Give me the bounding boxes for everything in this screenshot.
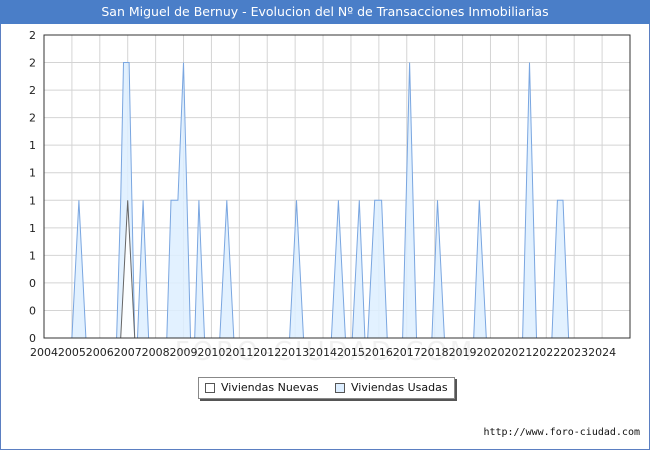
x-tick-label: 2005 — [58, 346, 86, 359]
y-tick-label: 0 — [29, 332, 36, 345]
x-tick-label: 2021 — [504, 346, 532, 359]
x-tick-label: 2010 — [197, 346, 225, 359]
x-tick-label: 2018 — [421, 346, 449, 359]
legend-swatch-usadas — [335, 383, 345, 393]
x-tick-label: 2023 — [560, 346, 588, 359]
x-tick-label: 2016 — [365, 346, 393, 359]
x-tick-label: 2006 — [86, 346, 114, 359]
y-tick-label: 0 — [29, 304, 36, 317]
y-tick-label: 2 — [29, 112, 36, 125]
x-tick-label: 2019 — [449, 346, 477, 359]
x-tick-label: 2020 — [476, 346, 504, 359]
legend: Viviendas Nuevas Viviendas Usadas — [198, 377, 455, 399]
x-tick-label: 2007 — [114, 346, 142, 359]
x-tick-label: 2014 — [309, 346, 337, 359]
legend-swatch-nuevas — [205, 383, 215, 393]
x-tick-label: 2009 — [170, 346, 198, 359]
y-tick-label: 1 — [29, 249, 36, 262]
x-tick-label: 2022 — [532, 346, 560, 359]
y-tick-label: 1 — [29, 222, 36, 235]
legend-label-nuevas: Viviendas Nuevas — [221, 381, 319, 394]
y-tick-label: 1 — [29, 167, 36, 180]
x-tick-label: 2012 — [253, 346, 281, 359]
x-tick-label: 2013 — [281, 346, 309, 359]
x-tick-label: 2011 — [225, 346, 253, 359]
x-tick-label: 2004 — [30, 346, 58, 359]
y-tick-label: 0 — [29, 277, 36, 290]
x-tick-label: 2017 — [393, 346, 421, 359]
x-tick-label: 2008 — [142, 346, 170, 359]
y-tick-label: 1 — [29, 194, 36, 207]
y-tick-label: 2 — [29, 29, 36, 42]
y-tick-label: 1 — [29, 139, 36, 152]
legend-label-usadas: Viviendas Usadas — [351, 381, 448, 394]
x-tick-label: 2015 — [337, 346, 365, 359]
x-tick-label: 2024 — [588, 346, 616, 359]
y-tick-label: 2 — [29, 57, 36, 70]
y-tick-label: 2 — [29, 84, 36, 97]
source-url: http://www.foro-ciudad.com — [483, 427, 640, 438]
